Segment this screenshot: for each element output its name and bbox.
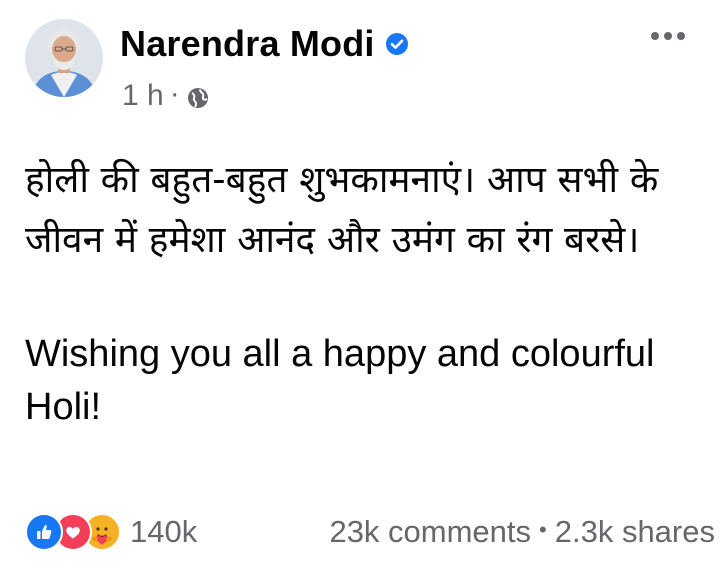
author-row: Narendra Modi (120, 22, 409, 66)
globe-icon[interactable] (186, 84, 210, 108)
facebook-post: Narendra Modi 1 h · होली की बहुत-बहुत शु… (0, 0, 720, 575)
more-options-icon (651, 32, 685, 40)
author-name[interactable]: Narendra Modi (120, 23, 375, 65)
post-text-english: Wishing you all a happy and colourful Ho… (25, 333, 655, 428)
verified-badge-icon (385, 32, 409, 56)
post-stats: 140k 23k comments • 2.3k shares (25, 511, 715, 553)
shares-count[interactable]: 2.3k shares (555, 514, 715, 550)
avatar[interactable] (25, 19, 103, 97)
meta-separator: · (169, 77, 180, 110)
post-text-hindi: होली की बहुत-बहुत शुभकामनाएं। आप सभी के … (25, 158, 659, 261)
more-options-button[interactable] (644, 22, 692, 50)
comments-count[interactable]: 23k comments (329, 514, 531, 550)
reaction-count[interactable]: 140k (130, 514, 197, 550)
post-meta: 1 h · (122, 78, 210, 114)
post-body: होली की बहुत-बहुत शुभकामनाएं। आप सभी के … (25, 150, 685, 434)
like-icon (25, 513, 63, 551)
reactions-summary[interactable]: 140k (25, 513, 197, 551)
post-timestamp[interactable]: 1 h (122, 79, 164, 113)
engagement-counts: 23k comments • 2.3k shares (329, 514, 715, 550)
stats-separator: • (539, 517, 547, 542)
